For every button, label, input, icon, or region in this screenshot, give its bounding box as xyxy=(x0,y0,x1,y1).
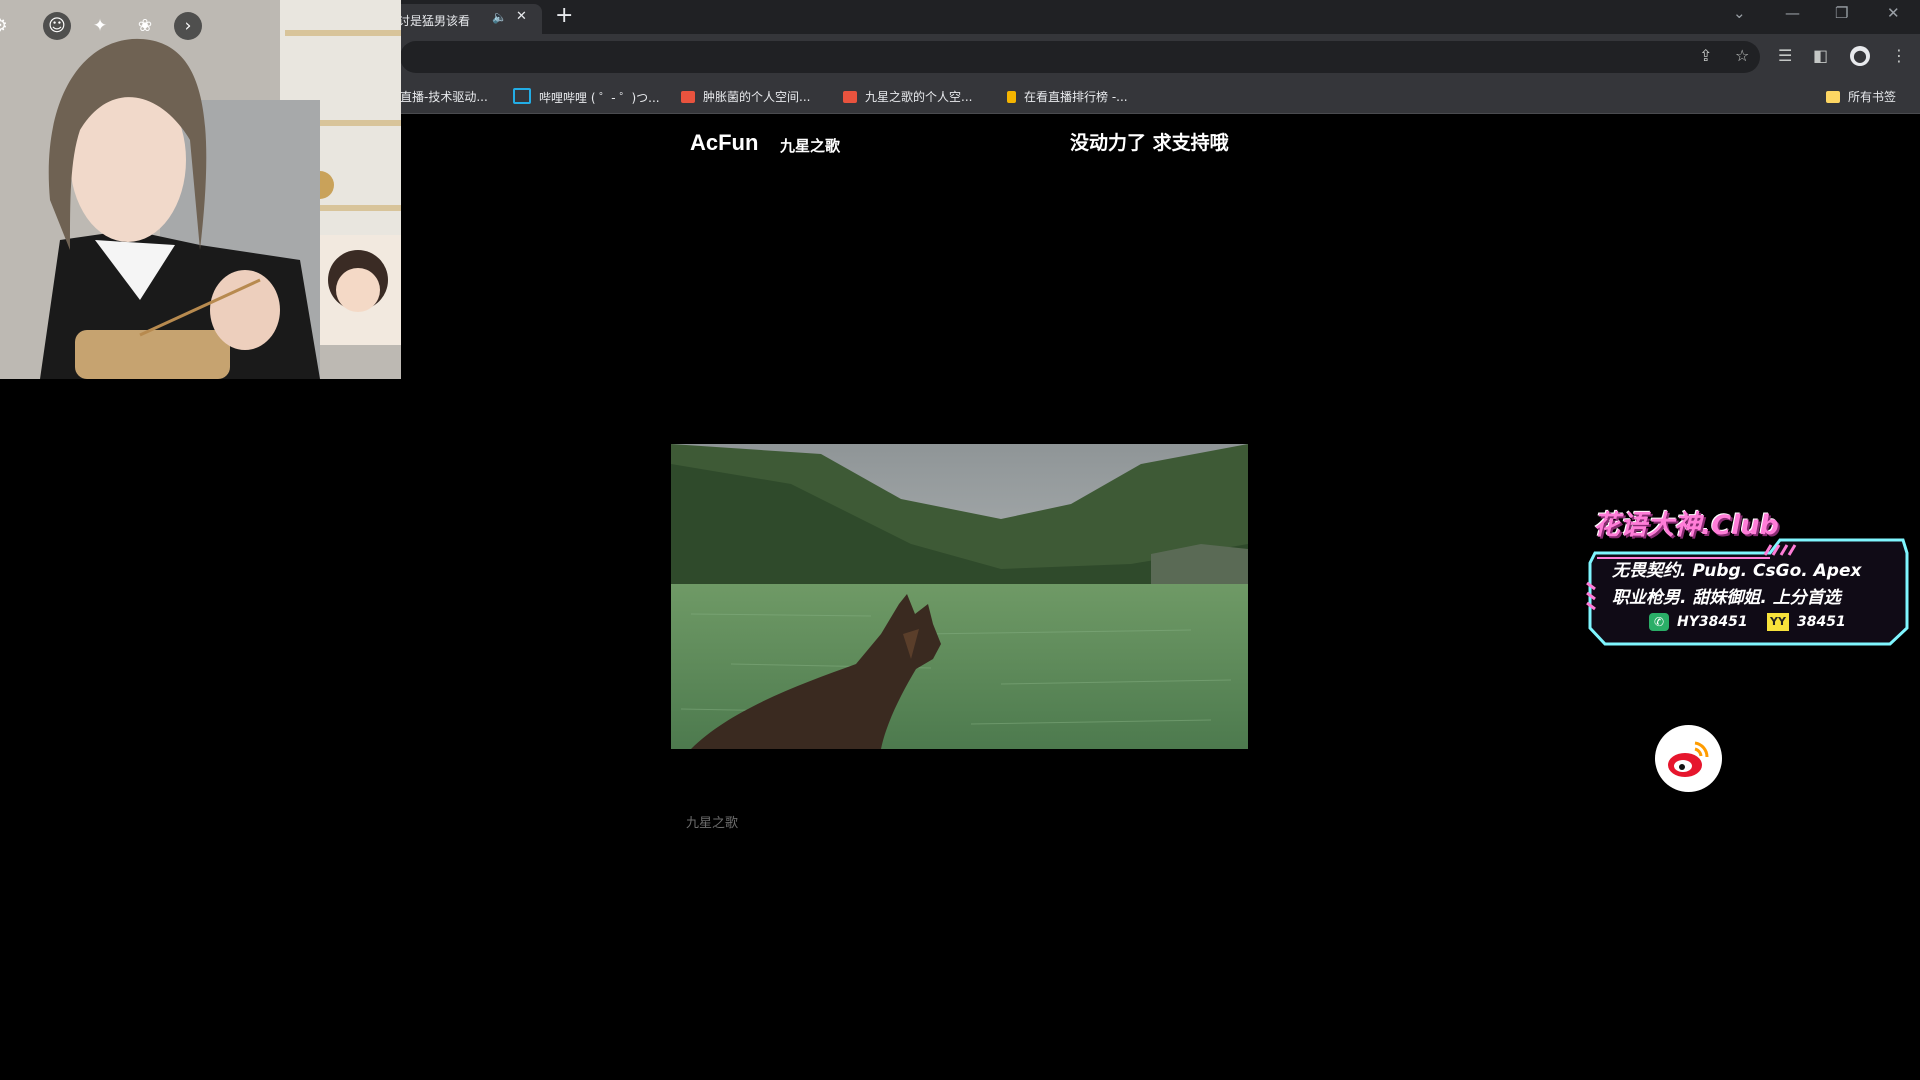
star-icon[interactable]: ☆ xyxy=(1735,46,1749,66)
promo-banner: 花语大神.Club 无畏契约. Pubg. CsGo. Apex 职业枪男. 甜… xyxy=(1585,503,1910,653)
bookmark-item[interactable]: 九星之歌的个人空... xyxy=(843,88,972,105)
tab-active[interactable]: 讨是猛男该看 🔈 ✕ xyxy=(392,4,542,34)
weibo-icon xyxy=(1655,725,1722,792)
side-panel-icon[interactable]: ◧ xyxy=(1813,46,1828,66)
face-filter-icon[interactable]: ☺ xyxy=(43,12,71,40)
all-bookmarks-label: 所有书签 xyxy=(1848,90,1897,104)
promo-line-games: 无畏契约. Pubg. CsGo. Apex xyxy=(1612,561,1862,581)
new-tab-button[interactable]: + xyxy=(555,4,573,28)
tab-search-icon[interactable]: ⌄ xyxy=(1733,4,1746,22)
webcam-feed xyxy=(0,0,401,379)
promo-title: 花语大神.Club xyxy=(1593,510,1779,541)
site-favicon-icon xyxy=(843,91,857,103)
restore-button[interactable]: ❐ xyxy=(1835,4,1848,22)
bookmark-item[interactable]: 在看直播排行榜 -... xyxy=(1007,88,1128,105)
site-favicon-icon xyxy=(681,91,695,103)
speaker-icon[interactable]: 🔈 xyxy=(492,10,507,24)
bookmark-label: 肿胀菌的个人空间... xyxy=(703,90,811,104)
yy-icon: YY xyxy=(1767,613,1789,631)
bookmark-icon xyxy=(1007,91,1016,103)
acfun-logo-sub: 九星之歌 xyxy=(780,137,841,155)
promo-line-services: 职业枪男. 甜妹御姐. 上分首选 xyxy=(1612,588,1841,608)
bookmark-label: 在看直播排行榜 -... xyxy=(1024,90,1128,104)
reading-list-icon[interactable]: ☰ xyxy=(1778,46,1792,66)
profile-icon[interactable]: ● xyxy=(1850,46,1870,66)
address-bar[interactable] xyxy=(400,41,1760,73)
menu-icon[interactable]: ⋮ xyxy=(1891,46,1907,66)
folder-icon xyxy=(1826,91,1840,103)
bookmark-item[interactable]: 肿胀菌的个人空间... xyxy=(681,88,810,105)
beauty-icon[interactable]: ❀ xyxy=(131,12,159,40)
bookmark-label: 哔哩哔哩 ( ゜- ゜)つ... xyxy=(539,91,660,105)
page-headline: 没动力了 求支持哦 xyxy=(1070,132,1229,154)
close-window-button[interactable]: ✕ xyxy=(1887,4,1900,22)
share-icon[interactable]: ⇪ xyxy=(1699,46,1712,66)
acfun-logo-text: AcFun xyxy=(690,130,759,155)
minimize-button[interactable]: — xyxy=(1785,4,1800,22)
bookmark-label: 直播-技术驱动... xyxy=(400,90,488,104)
weibo-logo xyxy=(1668,741,1709,777)
all-bookmarks[interactable]: 所有书签 xyxy=(1826,88,1896,105)
wechat-id: HY38451 xyxy=(1677,614,1748,630)
magic-wand-icon[interactable]: ✦ xyxy=(86,12,114,40)
bilibili-icon xyxy=(513,88,531,104)
chevron-right-icon[interactable]: › xyxy=(174,12,202,40)
video-frame xyxy=(671,444,1248,749)
close-icon[interactable]: ✕ xyxy=(516,9,527,24)
tab-title: 讨是猛男该看 xyxy=(398,14,471,28)
video-credit: 九星之歌 xyxy=(686,816,739,831)
video-player[interactable] xyxy=(671,444,1248,749)
bookmark-label: 九星之歌的个人空... xyxy=(865,90,973,104)
bookmark-item[interactable]: 直播-技术驱动... xyxy=(400,88,488,105)
yy-id: 38451 xyxy=(1797,614,1846,630)
webcam-overlay: ⚙ ☺ ✦ ❀ › xyxy=(0,0,401,379)
bookmark-item[interactable]: 哔哩哔哩 ( ゜- ゜)つ... xyxy=(513,88,660,106)
wechat-icon: ✆ xyxy=(1649,613,1669,631)
